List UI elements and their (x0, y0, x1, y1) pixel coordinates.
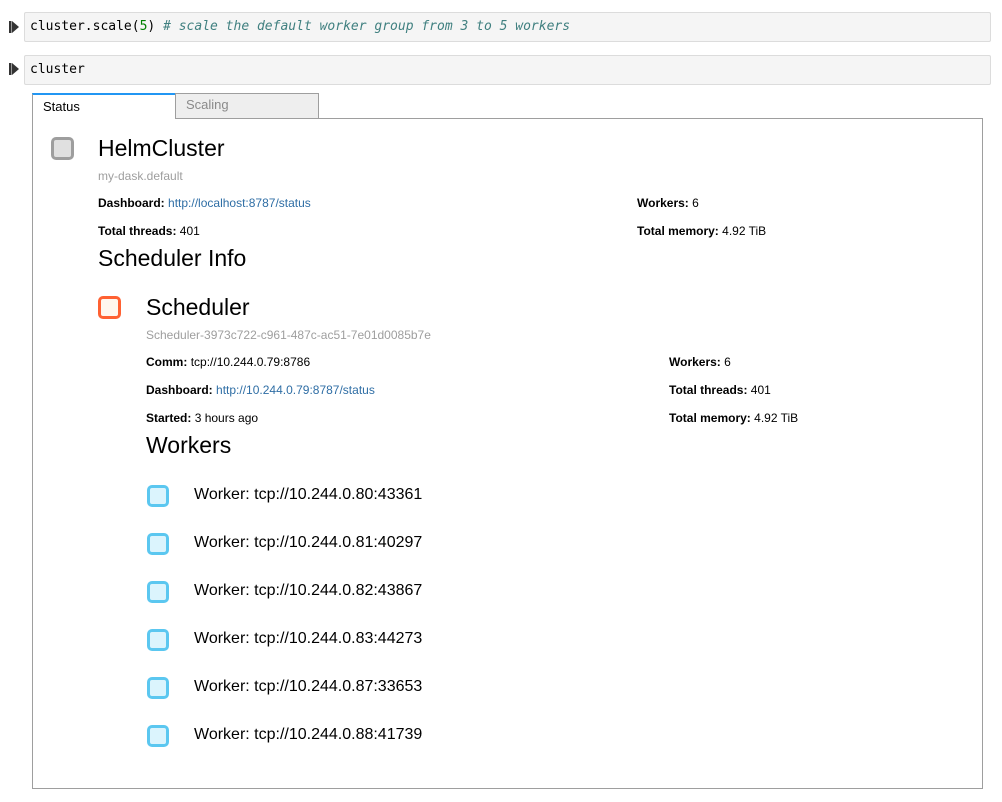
cluster-workers-label: Workers: (637, 196, 689, 210)
scheduler-threads-value: 401 (750, 383, 771, 397)
scheduler-comm-label: Comm: (146, 355, 188, 369)
worker-label: Worker: tcp://10.244.0.82:43867 (194, 582, 423, 599)
worker-label: Worker: tcp://10.244.0.87:33653 (194, 678, 423, 695)
tab-status[interactable]: Status (32, 93, 175, 120)
scheduler-started-value: 3 hours ago (194, 411, 259, 425)
run-cell-icon[interactable] (9, 63, 19, 75)
worker-status-icon (147, 677, 169, 699)
cluster-memory-label: Total memory: (637, 224, 719, 238)
status-panel: HelmCluster my-dask.default Dashboard: h… (32, 118, 983, 789)
cluster-memory-value: 4.92 TiB (722, 224, 767, 238)
scheduler-started-label: Started: (146, 411, 192, 425)
cluster-threads-label: Total threads: (98, 224, 177, 238)
worker-label: Worker: tcp://10.244.0.88:41739 (194, 726, 423, 743)
scheduler-info-heading: Scheduler Info (98, 245, 247, 271)
code-text: cluster (30, 62, 85, 77)
cluster-status-icon (51, 137, 74, 160)
scheduler-threads: Total threads: 401 (669, 383, 771, 397)
scheduler-memory-label: Total memory: (669, 411, 751, 425)
scheduler-dashboard-link[interactable]: http://10.244.0.79:8787/status (216, 383, 375, 397)
worker-status-icon (147, 725, 169, 747)
cluster-workers: Workers: 6 (637, 196, 699, 210)
code-comment: # scale the default worker group from 3 … (163, 19, 571, 34)
scheduler-memory-value: 4.92 TiB (754, 411, 799, 425)
worker-label: Worker: tcp://10.244.0.81:40297 (194, 534, 423, 551)
worker-status-icon (147, 629, 169, 651)
workers-heading: Workers (146, 432, 232, 458)
scheduler-comm: Comm: tcp://10.244.0.79:8786 (146, 355, 310, 369)
cluster-dashboard: Dashboard: http://localhost:8787/status (98, 196, 311, 210)
worker-label: Worker: tcp://10.244.0.80:43361 (194, 486, 423, 503)
scheduler-started: Started: 3 hours ago (146, 411, 258, 425)
scheduler-dashboard: Dashboard: http://10.244.0.79:8787/statu… (146, 383, 375, 397)
scheduler-memory: Total memory: 4.92 TiB (669, 411, 798, 425)
worker-status-icon (147, 485, 169, 507)
worker-status-icon (147, 581, 169, 603)
scheduler-threads-label: Total threads: (669, 383, 748, 397)
cluster-threads: Total threads: 401 (98, 224, 200, 238)
cluster-subtitle: my-dask.default (98, 169, 183, 183)
scheduler-workers-value: 6 (724, 355, 731, 369)
code-text: cluster.scale( (30, 19, 140, 34)
scheduler-status-icon (98, 296, 121, 319)
cluster-memory: Total memory: 4.92 TiB (637, 224, 766, 238)
cluster-threads-value: 401 (179, 224, 200, 238)
scheduler-workers-label: Workers: (669, 355, 721, 369)
run-cell-icon[interactable] (9, 21, 19, 33)
tab-scaling[interactable]: Scaling (175, 93, 319, 119)
worker-status-icon (147, 533, 169, 555)
code-cell-input[interactable]: cluster (24, 55, 991, 85)
code-text: ) (147, 19, 164, 34)
scheduler-title: Scheduler (146, 294, 250, 320)
scheduler-subtitle: Scheduler-3973c722-c961-487c-ac51-7e01d0… (146, 328, 431, 342)
scheduler-workers: Workers: 6 (669, 355, 731, 369)
scheduler-comm-value: tcp://10.244.0.79:8786 (190, 355, 311, 369)
cluster-title: HelmCluster (98, 135, 225, 161)
cluster-workers-value: 6 (692, 196, 699, 210)
cluster-dashboard-label: Dashboard: (98, 196, 165, 210)
scheduler-dashboard-label: Dashboard: (146, 383, 213, 397)
worker-label: Worker: tcp://10.244.0.83:44273 (194, 630, 423, 647)
code-cell-input[interactable]: cluster.scale(5) # scale the default wor… (24, 12, 991, 42)
cluster-dashboard-link[interactable]: http://localhost:8787/status (168, 196, 311, 210)
